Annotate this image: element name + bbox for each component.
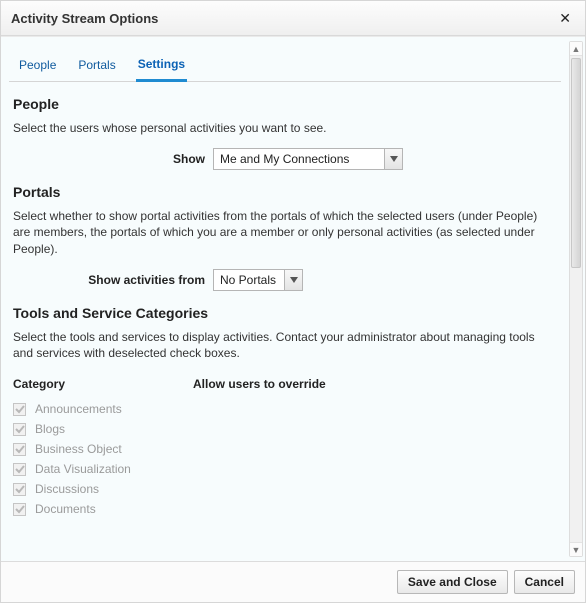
section-tools-title: Tools and Service Categories [13,305,557,321]
close-icon: ✕ [559,10,571,26]
col-category: Category [13,377,193,391]
section-portals-title: Portals [13,184,557,200]
category-label: Discussions [35,482,99,496]
tab-portals[interactable]: Portals [76,51,117,81]
category-row: Announcements [13,399,557,419]
tab-people[interactable]: People [17,51,58,81]
category-checkbox-wrap [13,423,35,436]
section-tools-desc: Select the tools and services to display… [13,329,557,361]
category-checkbox [13,463,26,476]
category-list: Announcements Blogs Business Object Data Vi… [13,399,557,519]
dialog-close-button[interactable]: ✕ [555,9,575,27]
dialog-body: People Portals Settings People Select th… [1,37,569,561]
portals-from-label: Show activities from [13,273,213,287]
dialog-header: Activity Stream Options ✕ [1,1,585,36]
dialog-footer: Save and Close Cancel [1,561,585,602]
col-override: Allow users to override [193,377,326,391]
category-checkbox [13,443,26,456]
people-show-label: Show [13,152,213,166]
scroll-up-arrow-icon[interactable]: ▲ [570,42,582,56]
people-show-select[interactable]: Me and My Connections [213,148,403,170]
category-checkbox [13,403,26,416]
category-head-row: Category Allow users to override [13,373,557,399]
category-checkbox [13,423,26,436]
tab-settings[interactable]: Settings [136,51,187,82]
category-row: Documents [13,499,557,519]
chevron-down-icon[interactable] [284,270,302,290]
vertical-scrollbar[interactable]: ▲ ▼ [569,41,583,557]
people-show-row: Show Me and My Connections [13,148,557,170]
category-row: Business Object [13,439,557,459]
section-people-desc: Select the users whose personal activiti… [13,120,557,136]
people-show-value: Me and My Connections [214,149,384,169]
dialog-body-wrap: People Portals Settings People Select th… [1,36,585,561]
category-checkbox-wrap [13,503,35,516]
category-row: Data Visualization [13,459,557,479]
section-people-title: People [13,96,557,112]
category-label: Data Visualization [35,462,131,476]
section-portals-desc: Select whether to show portal activities… [13,208,557,257]
category-label: Business Object [35,442,122,456]
category-row: Blogs [13,419,557,439]
category-checkbox-wrap [13,443,35,456]
scrollbar-thumb[interactable] [571,58,581,268]
save-and-close-button[interactable]: Save and Close [397,570,508,594]
activity-stream-options-dialog: Activity Stream Options ✕ People Portals… [0,0,586,603]
tab-bar: People Portals Settings [9,47,561,82]
portals-from-value: No Portals [214,270,284,290]
dialog-title: Activity Stream Options [11,11,158,26]
scroll-down-arrow-icon[interactable]: ▼ [570,542,582,556]
category-label: Announcements [35,402,122,416]
category-label: Documents [35,502,96,516]
portals-from-select[interactable]: No Portals [213,269,303,291]
settings-content: People Select the users whose personal a… [9,96,561,519]
category-row: Discussions [13,479,557,499]
chevron-down-icon[interactable] [384,149,402,169]
portals-from-row: Show activities from No Portals [13,269,557,291]
category-label: Blogs [35,422,65,436]
category-checkbox [13,483,26,496]
category-checkbox-wrap [13,403,35,416]
category-checkbox [13,503,26,516]
category-checkbox-wrap [13,483,35,496]
cancel-button[interactable]: Cancel [514,570,575,594]
category-checkbox-wrap [13,463,35,476]
